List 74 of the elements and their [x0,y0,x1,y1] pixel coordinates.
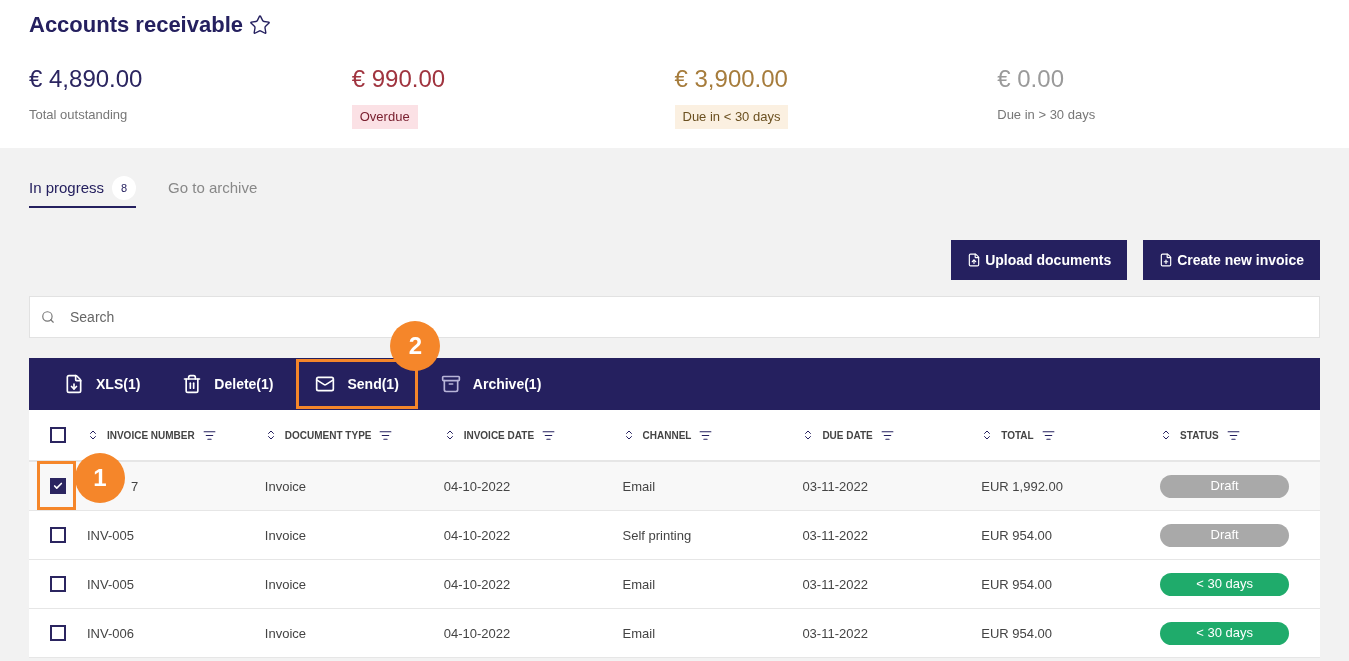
checkbox[interactable] [49,427,66,443]
table-cell: EUR 1,992.00 [981,479,1063,494]
status-pill: < 30 days [1160,621,1290,645]
search-field[interactable]: Search [29,296,1320,338]
table-cell: 03-11-2022 [802,479,868,494]
column-header: INVOICE NUMBER [106,428,195,443]
status-pill: < 30 days [1160,572,1290,596]
tab[interactable]: In progress 8 [29,176,137,208]
document-icon [1159,253,1174,267]
page-title: Accounts receivable [29,11,243,39]
table-cell: 04-10-2022 [443,626,511,641]
summary-label: Due in > 30 days [997,106,1096,124]
table-cell: 04-10-2022 [443,528,511,543]
table-cell: 7 [130,479,139,494]
status-pill: Draft [1160,523,1290,547]
table-cell: Invoice [264,626,306,641]
filter-icon[interactable] [1041,428,1055,442]
summary-amount: € 990.00 [351,64,446,94]
summary-amount: € 0.00 [997,64,1064,94]
table-cell: EUR 954.00 [981,626,1053,641]
table-cell: INV-005 [86,577,134,592]
summary-amount: € 3,900.00 [674,64,788,94]
table-cell: 03-11-2022 [802,528,868,543]
table-cell: Email [622,626,656,641]
column-header: CHANNEL [642,428,692,443]
toolbar-button[interactable]: XLS(1) [45,359,160,409]
checkbox[interactable] [49,576,66,592]
summary-label: Due in < 30 days [674,105,789,129]
summary-amount: € 4,890.00 [29,64,143,94]
send-icon [315,374,336,394]
delete-icon [182,374,203,394]
filter-icon[interactable] [880,428,894,442]
filter-icon[interactable] [542,428,556,442]
column-header: TOTAL [1001,428,1034,443]
table-cell: Invoice [264,528,306,543]
filter-icon[interactable] [699,428,713,442]
search-icon [41,310,55,324]
checkbox[interactable] [49,478,66,494]
table-cell: INV-005 [86,528,134,543]
action-button[interactable]: Upload documents [951,240,1128,280]
filter-icon[interactable] [379,428,393,442]
table-cell: 04-10-2022 [443,577,511,592]
table-cell: 03-11-2022 [802,626,868,641]
table-cell: EUR 954.00 [981,528,1053,543]
table-cell: 04-10-2022 [443,479,511,494]
check-icon [52,481,63,491]
filter-icon[interactable] [1226,428,1240,442]
column-header: DOCUMENT TYPE [284,428,372,443]
toolbar-button[interactable]: Delete(1) [163,359,293,409]
highlight-frame [37,461,76,510]
checkbox[interactable] [49,625,66,641]
document-icon [967,253,982,267]
summary-label: Total outstanding [29,106,128,124]
table-cell: Email [622,479,656,494]
star-icon[interactable] [249,13,271,36]
table-cell: Invoice [264,577,306,592]
archive-icon [440,374,461,394]
column-header: DUE DATE [822,428,873,443]
table-cell: Self printing [622,528,692,543]
xls-icon [64,374,84,394]
action-button[interactable]: Create new invoice [1143,240,1320,280]
filter-icon[interactable] [202,428,216,442]
table-cell: Invoice [264,479,307,494]
table-cell: Email [622,577,656,592]
checkbox[interactable] [49,527,66,543]
table-cell: EUR 954.00 [981,577,1053,592]
table-cell: 03-11-2022 [802,577,868,592]
column-header: STATUS [1180,428,1219,443]
summary-label: Overdue [351,105,418,129]
count-badge: 8 [112,176,137,200]
status-pill: Draft [1160,474,1290,498]
step-number-marker: 1 [75,453,125,503]
table-cell: INV-006 [86,626,134,641]
column-header: INVOICE DATE [463,428,535,443]
